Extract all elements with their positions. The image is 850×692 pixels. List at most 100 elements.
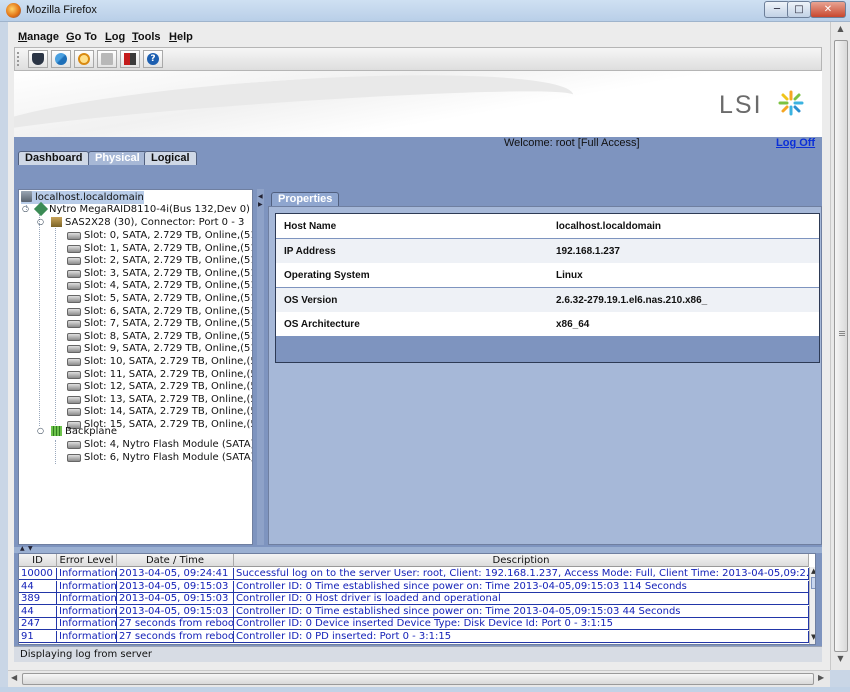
pane-splitter[interactable]: ◀ ▶ [257, 189, 264, 545]
server-icon [21, 191, 32, 202]
log-row[interactable]: 10000 Information 2013-04-05, 09:24:41 Succ… [19, 568, 809, 580]
properties-table: Host Name localhost.localdomain IP Address… [275, 213, 820, 363]
expand-icon[interactable]: ○ [37, 426, 44, 435]
window-titlebar[interactable]: Mozilla Firefox ─ □ ✕ [0, 0, 850, 22]
log-cell-desc: Controller ID: 0 Time established since … [234, 580, 809, 593]
log-row[interactable]: 91 Information 27 seconds from reboot Contr… [19, 631, 809, 643]
exit-button[interactable] [120, 50, 140, 68]
log-cell-id: 247 [19, 618, 57, 631]
page-scroll-thumb[interactable] [834, 40, 848, 652]
tree-node-enclosure[interactable]: SAS2X28 (30), Connector: Port 0 - 3 [51, 216, 244, 229]
log-col-id[interactable]: ID [19, 554, 57, 567]
menu-log[interactable]: Log [105, 31, 125, 43]
tree-node-backplane-slot[interactable]: Slot: 4, Nytro Flash Module (SATA), 93 [67, 438, 252, 451]
refresh-button[interactable] [51, 50, 71, 68]
tree-node-controller[interactable]: Nytro MegaRAID8110-4i(Bus 132,Dev 0) [33, 201, 250, 217]
tab-logical[interactable]: Logical [144, 151, 197, 165]
menu-goto[interactable]: Go To [66, 31, 97, 43]
tree-node-slot[interactable]: Slot: 0, SATA, 2.729 TB, Online,(512 [67, 229, 252, 242]
log-col-level[interactable]: Error Level [57, 554, 117, 567]
log-cell-level: Information [57, 643, 117, 644]
scroll-down-icon[interactable]: ▼ [811, 633, 815, 641]
expand-icon[interactable]: ○ [22, 204, 29, 213]
tree-line [55, 225, 56, 427]
scroll-right-icon[interactable]: ▶ [818, 673, 824, 682]
property-key: Operating System [284, 270, 370, 282]
enclosure-icon [51, 217, 62, 227]
page-hscroll-thumb[interactable] [22, 673, 814, 685]
scroll-up-icon[interactable]: ▲ [811, 567, 815, 575]
scroll-left-icon[interactable]: ◀ [11, 673, 17, 682]
property-row: Operating System Linux [276, 263, 819, 288]
tree-node-backplane-slot[interactable]: Slot: 6, Nytro Flash Module (SATA), 93 [67, 451, 252, 464]
expand-icon[interactable]: ○ [37, 217, 44, 226]
security-button[interactable] [28, 50, 48, 68]
log-cell-level: Information [59, 618, 117, 631]
menu-help[interactable]: Help [169, 31, 193, 43]
log-cell-desc: Controller ID: 0 Time established since … [234, 605, 809, 618]
tree-node-slot[interactable]: Slot: 4, SATA, 2.729 TB, Online,(512 [67, 279, 252, 292]
log-row[interactable]: 247Information27 seconds from rebootCont… [19, 643, 809, 644]
tree-node-backplane[interactable]: Backplane [51, 425, 117, 438]
clock-icon [78, 53, 90, 65]
log-row[interactable]: 44 Information 2013-04-05, 09:15:03 Control… [19, 605, 809, 618]
tree-node-slot[interactable]: Slot: 8, SATA, 2.729 TB, Online,(512 [67, 330, 252, 343]
disk-icon [67, 232, 81, 240]
delete-button[interactable] [97, 50, 117, 68]
logoff-link[interactable]: Log Off [776, 137, 815, 149]
tree-node-slot[interactable]: Slot: 1, SATA, 2.729 TB, Online,(512 [67, 242, 252, 255]
tree-node-slot[interactable]: Slot: 10, SATA, 2.729 TB, Online,(512 [67, 355, 252, 368]
scroll-up-icon[interactable]: ▲ [834, 24, 847, 38]
shield-icon [32, 53, 44, 65]
maximize-button[interactable]: □ [787, 1, 811, 18]
help-button[interactable]: ? [143, 50, 163, 68]
toolbar-grip[interactable] [17, 52, 19, 66]
log-cell-date: 27 seconds from reboot [119, 631, 234, 643]
menu-tools[interactable]: Tools [132, 31, 161, 43]
log-row[interactable]: 247Information27 seconds from rebootCont… [19, 618, 809, 631]
page-horizontal-scrollbar[interactable]: ◀ ▶ [8, 670, 830, 687]
log-cell-level: Information [59, 631, 117, 643]
log-cell-level: Information [59, 568, 117, 580]
disk-icon [67, 395, 81, 404]
tab-properties[interactable]: Properties [271, 192, 340, 206]
schedule-button[interactable] [74, 50, 94, 68]
lsi-logo-text: LSI [719, 91, 763, 119]
log-cell-level: Information [59, 580, 117, 593]
tab-dashboard[interactable]: Dashboard [18, 151, 90, 165]
disk-icon [67, 295, 81, 303]
disk-icon [67, 441, 81, 449]
log-scrollbar[interactable]: ▲ ▼ [809, 567, 815, 644]
arrow-up-icon: ▲ [20, 545, 25, 552]
tree-node-slot[interactable]: Slot: 7, SATA, 2.729 TB, Online,(512 [67, 317, 252, 330]
tab-physical[interactable]: Physical [88, 151, 147, 165]
scroll-down-icon[interactable]: ▼ [834, 654, 847, 668]
log-scroll-thumb[interactable] [811, 577, 815, 589]
tree-node-slot[interactable]: Slot: 3, SATA, 2.729 TB, Online,(512 [67, 267, 252, 280]
tree-line [55, 440, 56, 464]
property-key: Host Name [284, 221, 337, 232]
tree-node-slot[interactable]: Slot: 2, SATA, 2.729 TB, Online,(512 [67, 254, 252, 267]
log-cell-date: 27 seconds from reboot [117, 643, 234, 644]
log-col-date[interactable]: Date / Time [117, 554, 234, 567]
disk-icon [67, 257, 81, 266]
banner: LSI [14, 71, 822, 137]
tree-node-slot[interactable]: Slot: 5, SATA, 2.729 TB, Online,(512 [67, 292, 252, 305]
log-row[interactable]: 389 Information 2013-04-05, 09:15:03 Contro… [19, 593, 809, 606]
menu-manage[interactable]: Manage [18, 31, 59, 43]
tree-node-slot[interactable]: Slot: 14, SATA, 2.729 TB, Online,(512 [67, 405, 252, 418]
log-col-description[interactable]: Description [234, 554, 809, 567]
disk-icon [67, 383, 81, 392]
close-button[interactable]: ✕ [810, 1, 846, 18]
tree-node-slot[interactable]: Slot: 13, SATA, 2.729 TB, Online,(512 [67, 393, 252, 406]
tree-node-slot[interactable]: Slot: 12, SATA, 2.729 TB, Online,(512 [67, 380, 252, 393]
log-cell-level: Information [59, 605, 117, 618]
log-row[interactable]: 44 Information 2013-04-05, 09:15:03 Control… [19, 580, 809, 593]
property-value: x86_64 [556, 319, 590, 331]
banner-swoosh [14, 71, 576, 137]
page-vertical-scrollbar[interactable]: ▲ ▼ [830, 22, 850, 670]
tree-node-slot[interactable]: Slot: 11, SATA, 2.729 TB, Online,(512 [67, 368, 252, 381]
tree-node-slot[interactable]: Slot: 6, SATA, 2.729 TB, Online,(512 [67, 305, 252, 318]
disk-icon [67, 332, 81, 341]
tree-node-slot[interactable]: Slot: 9, SATA, 2.729 TB, Online,(512 [67, 342, 252, 355]
